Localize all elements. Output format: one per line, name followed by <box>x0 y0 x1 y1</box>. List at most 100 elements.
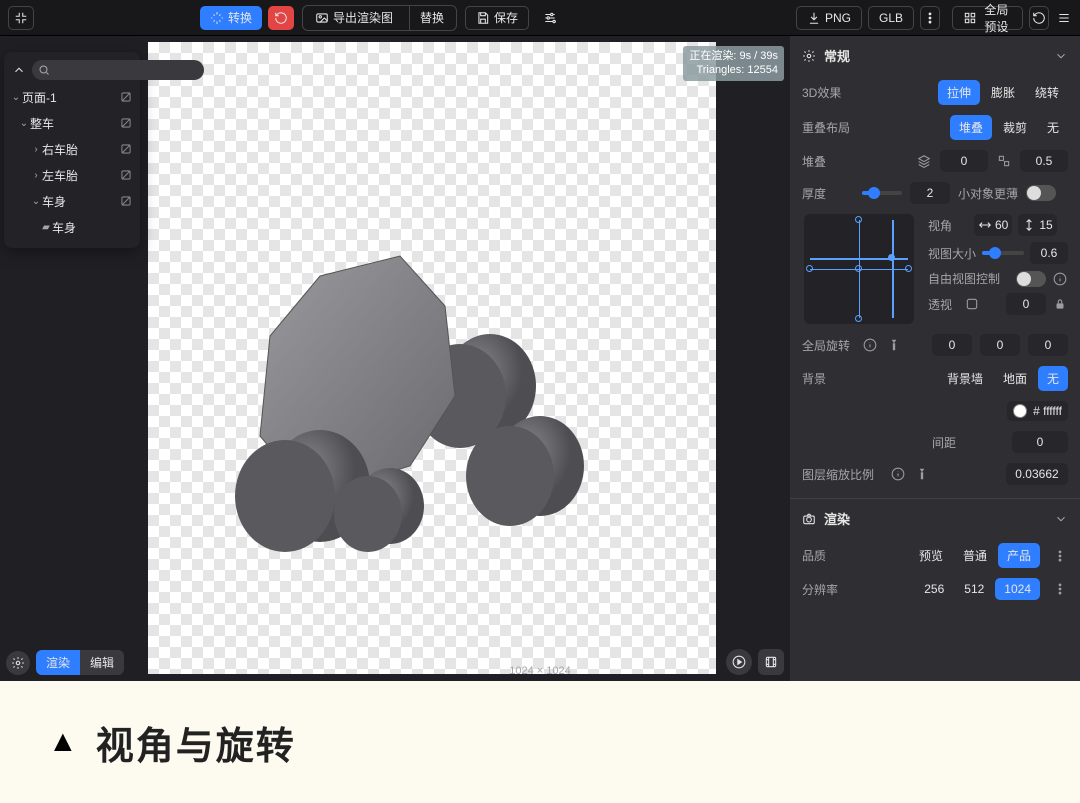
mode-edit[interactable]: 编辑 <box>80 650 124 675</box>
gap-value[interactable]: 0 <box>1012 431 1068 453</box>
section-general-title: 常规 <box>824 46 850 65</box>
convert-button[interactable]: 转换 <box>200 6 262 30</box>
thickness-slider[interactable] <box>862 191 902 195</box>
viewsize-value[interactable]: 0.6 <box>1030 242 1068 264</box>
stack-label: 堆叠 <box>802 153 854 170</box>
viewport-settings-button[interactable] <box>6 651 30 675</box>
film-button[interactable] <box>758 649 784 675</box>
perspective-value[interactable]: 0 <box>1006 293 1046 315</box>
lock-icon[interactable] <box>1052 296 1068 312</box>
viewsize-label: 视图大小 <box>928 245 976 262</box>
grid-icon <box>963 11 977 25</box>
info-icon[interactable] <box>1052 271 1068 287</box>
chevron-down-icon: ⌄ <box>10 92 22 103</box>
settings-toggle-button[interactable] <box>537 6 563 30</box>
replace-button[interactable]: 替换 <box>409 6 454 30</box>
stack-value2[interactable]: 0.5 <box>1020 150 1068 172</box>
hierarchy-item[interactable]: ⌄车身 <box>4 188 140 214</box>
save-button[interactable]: 保存 <box>465 6 529 30</box>
stack-value[interactable]: 0 <box>940 150 988 172</box>
visibility-icon[interactable] <box>118 90 134 104</box>
view-label: 视角 <box>928 217 968 234</box>
hierarchy-item[interactable]: ›右车胎 <box>4 136 140 162</box>
download-icon <box>807 11 821 25</box>
reset-rotation-icon[interactable] <box>886 337 902 353</box>
chevron-down-icon: ⌄ <box>30 196 42 207</box>
hierarchy-item-label: 车身 <box>52 219 134 236</box>
arrows-v-icon <box>1022 218 1036 232</box>
info-icon[interactable] <box>890 466 906 482</box>
hierarchy-item-label: 左车胎 <box>42 167 118 184</box>
freeview-label: 自由视图控制 <box>928 270 1000 287</box>
resolution-segment[interactable]: 256 512 1024 <box>915 578 1040 600</box>
effect-segment[interactable]: 拉伸 膨胀 绕转 <box>938 80 1068 105</box>
rot-z[interactable]: 0 <box>1028 334 1068 356</box>
gap-label: 间距 <box>932 434 956 451</box>
more-vertical-icon[interactable] <box>1052 548 1068 564</box>
convert-group: 转换 <box>200 6 294 30</box>
rot-y[interactable]: 0 <box>980 334 1020 356</box>
more-vertical-icon[interactable] <box>1052 581 1068 597</box>
collapse-hierarchy-icon[interactable] <box>12 63 26 77</box>
gap-icon <box>996 153 1012 169</box>
mode-render[interactable]: 渲染 <box>36 650 80 675</box>
reset-scale-icon[interactable] <box>914 466 930 482</box>
viewsize-slider[interactable] <box>982 251 1024 255</box>
play-button[interactable] <box>726 649 752 675</box>
effect-label: 3D效果 <box>802 84 854 101</box>
thin-objects-toggle[interactable] <box>1026 185 1056 201</box>
layerscale-label: 图层缩放比例 <box>802 466 882 483</box>
visibility-icon[interactable] <box>118 194 134 208</box>
thickness-value[interactable]: 2 <box>910 182 950 204</box>
chevron-down-icon <box>1054 512 1068 526</box>
exit-fullscreen-button[interactable] <box>8 6 34 30</box>
view-v-input[interactable]: 15 <box>1018 214 1056 236</box>
hierarchy-item-label: 右车胎 <box>42 141 118 158</box>
info-icon[interactable] <box>862 337 878 353</box>
checkbox-icon[interactable] <box>964 296 980 312</box>
reset-button[interactable] <box>268 6 294 30</box>
bg-segment[interactable]: 背景墙 地面 无 <box>938 366 1068 391</box>
refresh-icon <box>1032 11 1046 25</box>
render-status-time: 正在渲染: 9s / 39s <box>689 49 778 63</box>
hierarchy-item[interactable]: ›左车胎 <box>4 162 140 188</box>
view-h-input[interactable]: 60 <box>974 214 1012 236</box>
hierarchy-item[interactable]: ⌄整车 <box>4 110 140 136</box>
hierarchy-item-label: 页面-1 <box>22 89 118 106</box>
download-png-button[interactable]: PNG <box>796 6 862 30</box>
menu-icon <box>1057 11 1071 25</box>
properties-topbar: PNG GLB 全局预设 <box>790 0 1080 36</box>
download-glb-button[interactable]: GLB <box>868 6 914 30</box>
freeview-toggle[interactable] <box>1016 271 1046 287</box>
hierarchy-item[interactable]: ▰车身 <box>4 214 140 240</box>
quality-label: 品质 <box>802 547 854 564</box>
bg-label: 背景 <box>802 370 854 387</box>
export-group: 导出渲染图 替换 <box>302 5 457 31</box>
bg-color-field[interactable]: # ffffff <box>1007 401 1068 421</box>
bg-color-value: # ffffff <box>1033 404 1062 418</box>
hierarchy-search-input[interactable] <box>32 60 204 80</box>
layerscale-value[interactable]: 0.03662 <box>1006 463 1068 485</box>
caption-triangle: ▲ <box>48 725 78 759</box>
section-general-header[interactable]: 常规 <box>790 36 1080 75</box>
save-label: 保存 <box>494 9 518 26</box>
refresh-panel-button[interactable] <box>1029 6 1049 30</box>
global-preset-button[interactable]: 全局预设 <box>952 6 1023 30</box>
section-render-header[interactable]: 渲染 <box>790 499 1080 538</box>
model-preview <box>200 236 590 556</box>
mode-switch[interactable]: 渲染 编辑 <box>36 650 124 675</box>
rot-x[interactable]: 0 <box>932 334 972 356</box>
caption-band: ▲ 视角与旋转 <box>0 681 1080 803</box>
visibility-icon[interactable] <box>118 168 134 182</box>
more-vertical-icon <box>923 11 937 25</box>
overlap-segment[interactable]: 堆叠 裁剪 无 <box>950 115 1068 140</box>
visibility-icon[interactable] <box>118 116 134 130</box>
quality-segment[interactable]: 预览 普通 产品 <box>910 543 1040 568</box>
export-render-button[interactable]: 导出渲染图 <box>305 6 403 30</box>
hierarchy-item[interactable]: ⌄页面-1 <box>4 84 140 110</box>
hamburger-button[interactable] <box>1055 6 1074 30</box>
save-icon <box>476 11 490 25</box>
view-angle-widget[interactable] <box>804 214 914 324</box>
export-menu-button[interactable] <box>920 6 940 30</box>
visibility-icon[interactable] <box>118 142 134 156</box>
